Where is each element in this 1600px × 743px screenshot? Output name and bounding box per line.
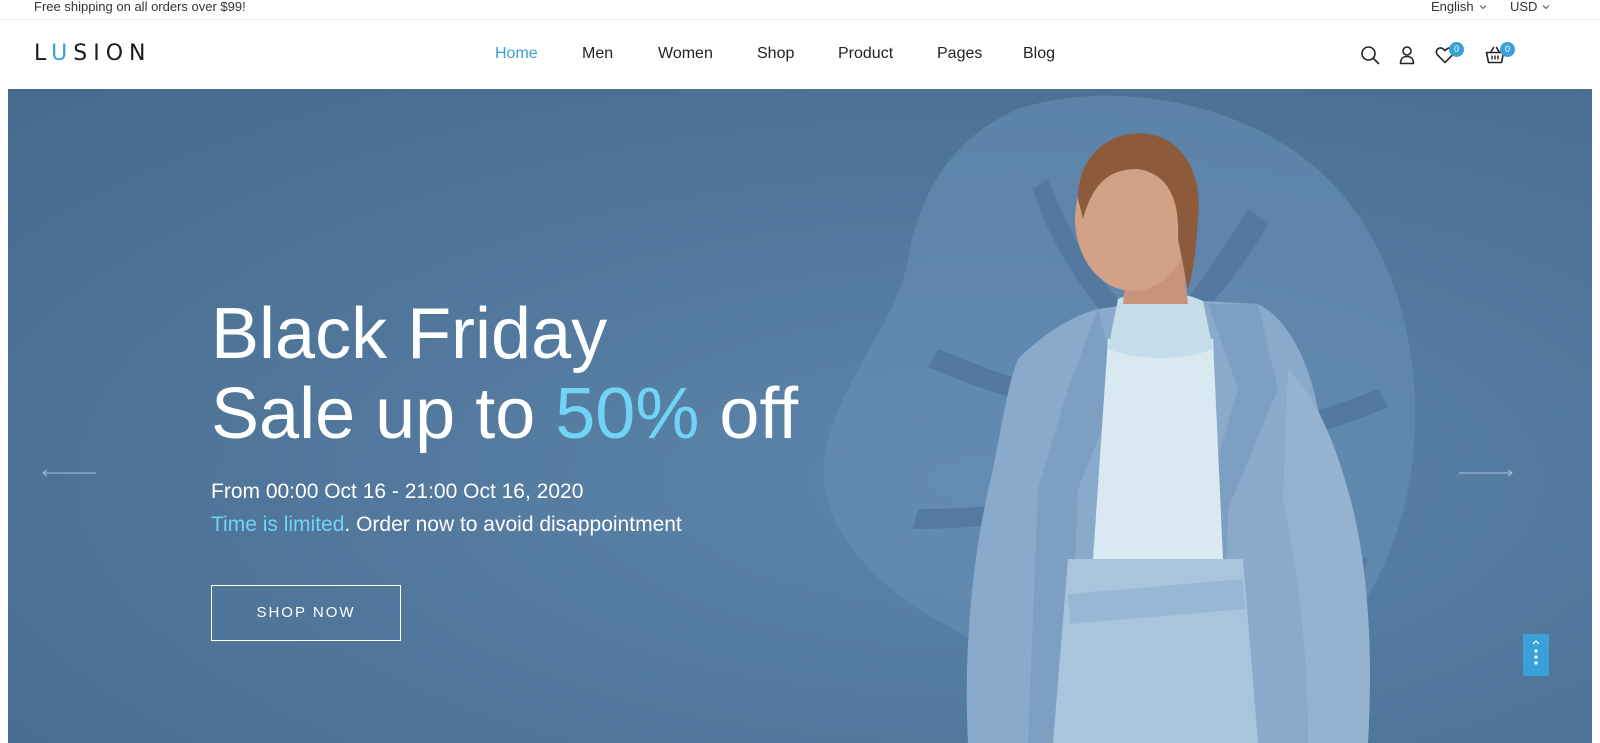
nav-product[interactable]: Product [838,45,893,63]
cart-count-badge: 0 [1500,42,1515,57]
hero-title: Black Friday Sale up to 50% off [211,294,798,454]
hero-date-range: From 00:00 Oct 16 - 21:00 Oct 16, 2020 [211,480,584,503]
slider-prev-arrow-icon[interactable] [41,468,97,478]
shop-now-button[interactable]: SHOP NOW [211,585,401,641]
slider-next-arrow-icon[interactable] [1458,468,1514,478]
hero-limited-rest: . Order now to avoid disappointment [344,513,682,536]
wishlist-count-badge: 0 [1449,42,1464,57]
hero-discount-highlight: 50% [555,374,700,454]
currency-selector[interactable]: USD [1510,0,1551,14]
free-shipping-text: Free shipping on all orders over $99! [34,0,246,14]
nav-women[interactable]: Women [658,45,713,63]
language-label: English [1431,0,1474,14]
nav-blog[interactable]: Blog [1023,45,1055,63]
language-selector[interactable]: English [1431,0,1488,14]
nav-pages[interactable]: Pages [937,45,982,63]
nav-home[interactable]: Home [495,45,538,63]
more-vertical-icon [1532,640,1540,665]
hero-slider: Black Friday Sale up to 50% off From 00:… [8,89,1592,743]
cart-button[interactable]: 0 [1484,42,1520,68]
nav-shop[interactable]: Shop [757,45,794,63]
hero-limited-text: Time is limited. Order now to avoid disa… [211,512,682,538]
wishlist-button[interactable]: 0 [1434,42,1470,68]
chevron-down-icon [1479,5,1486,10]
hero-title-line-1: Black Friday [211,294,608,374]
floating-tools-button[interactable] [1523,634,1549,676]
chevron-down-icon [1543,5,1550,10]
hero-title-part-2: off [699,374,799,454]
hero-limited-highlight: Time is limited [211,513,345,536]
currency-label: USD [1510,0,1538,14]
hero-title-line-2: Sale up to 50% off [211,374,798,454]
top-bar: Free shipping on all orders over $99! En… [0,0,1600,20]
user-icon[interactable] [1396,44,1418,66]
search-icon[interactable] [1359,44,1381,66]
nav-men[interactable]: Men [582,45,613,63]
main-header: LUSION Home Men Women Shop Product Pages… [0,21,1600,89]
hero-title-part-1: Sale up to [211,374,556,454]
